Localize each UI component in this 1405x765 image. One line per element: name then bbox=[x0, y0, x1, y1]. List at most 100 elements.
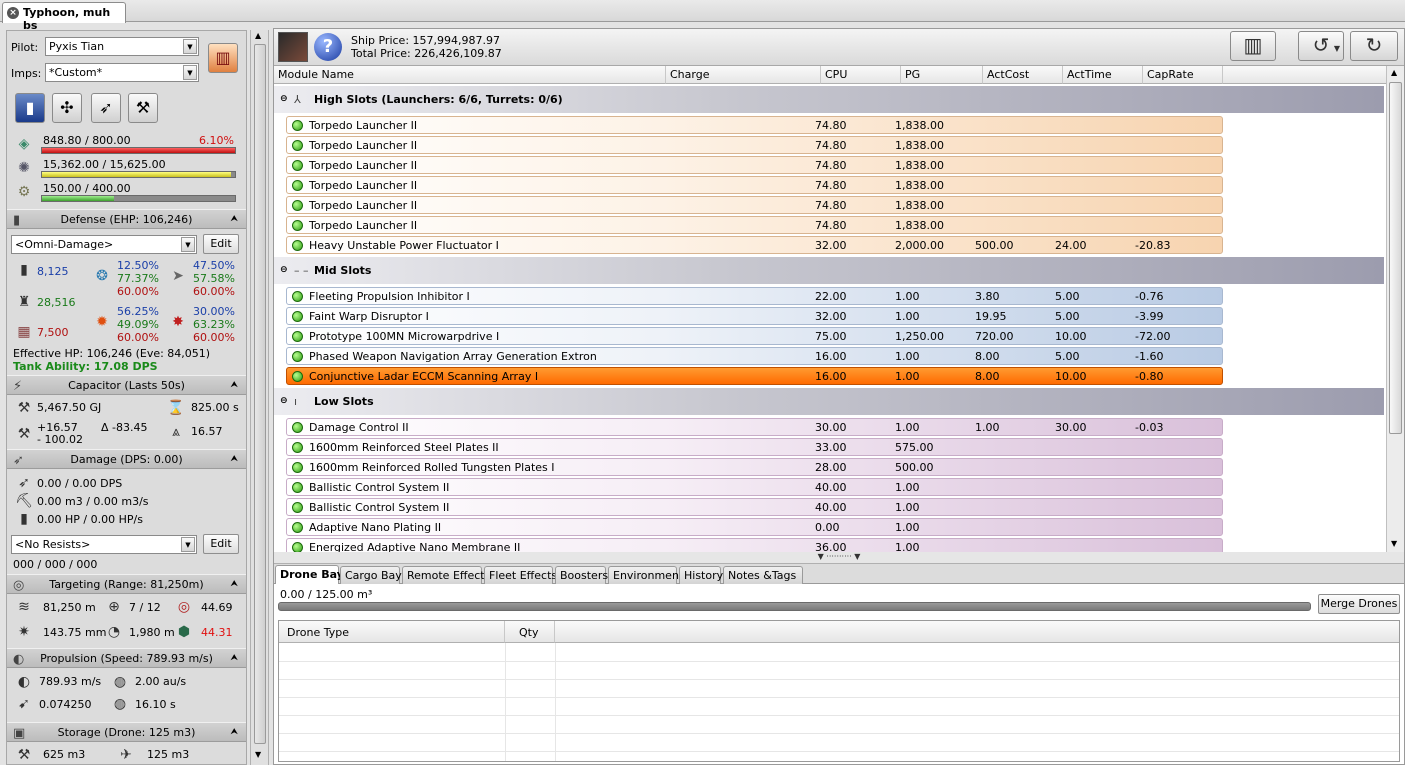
module-row[interactable]: Torpedo Launcher II 74.80 1,838.00 bbox=[286, 116, 1223, 134]
damage-profile-select[interactable]: <Omni-Damage> ▼ bbox=[11, 235, 197, 254]
module-row[interactable]: Torpedo Launcher II 74.80 1,838.00 bbox=[286, 176, 1223, 194]
module-row[interactable]: Torpedo Launcher II 74.80 1,838.00 bbox=[286, 136, 1223, 154]
module-row[interactable]: Faint Warp Disruptor I 32.00 1.00 19.95 5.00… bbox=[286, 307, 1223, 325]
col-drone-qty[interactable]: Qty bbox=[505, 621, 555, 643]
module-state-icon[interactable] bbox=[292, 220, 303, 231]
module-state-icon[interactable] bbox=[292, 422, 303, 433]
panel-splitter[interactable]: ▼ ·········· ▼ bbox=[274, 552, 1404, 564]
stats-panel-scrollbar[interactable]: ▲ ▼ bbox=[250, 30, 269, 765]
module-row[interactable]: Prototype 100MN Microwarpdrive I 75.00 1,2… bbox=[286, 327, 1223, 345]
module-state-icon[interactable] bbox=[292, 200, 303, 211]
edit-resists-button[interactable]: Edit bbox=[203, 534, 239, 554]
layout-toggle-button[interactable]: ▥ bbox=[1230, 31, 1276, 61]
module-state-icon[interactable] bbox=[292, 462, 303, 473]
scroll-up-icon[interactable]: ▲ bbox=[1391, 68, 1397, 77]
tab-cargo-bay[interactable]: Cargo Bay bbox=[340, 566, 402, 584]
col-pg[interactable]: PG bbox=[901, 66, 983, 84]
scrollbar-thumb[interactable] bbox=[254, 44, 266, 744]
module-row[interactable]: Ballistic Control System II 40.00 1.00 bbox=[286, 478, 1223, 496]
col-actcost[interactable]: ActCost bbox=[983, 66, 1063, 84]
module-row[interactable]: Torpedo Launcher II 74.80 1,838.00 bbox=[286, 196, 1223, 214]
collapse-icon[interactable]: ⊖ bbox=[280, 86, 288, 113]
module-row[interactable]: Torpedo Launcher II 74.80 1,838.00 bbox=[286, 156, 1223, 174]
damage-section-header[interactable]: ➶ Damage (DPS: 0.00) ⮝ bbox=[7, 449, 246, 469]
module-state-icon[interactable] bbox=[292, 331, 303, 342]
character-sheet-icon[interactable]: ▥ bbox=[208, 43, 238, 73]
col-caprate[interactable]: CapRate bbox=[1143, 66, 1223, 84]
col-drone-type[interactable]: Drone Type bbox=[279, 621, 505, 643]
module-state-icon[interactable] bbox=[292, 291, 303, 302]
collapse-icon[interactable]: ⮝ bbox=[230, 376, 238, 395]
module-state-icon[interactable] bbox=[292, 351, 303, 362]
module-state-icon[interactable] bbox=[292, 502, 303, 513]
collapse-icon[interactable]: ⊖ bbox=[280, 388, 288, 415]
modules-icon[interactable]: ⚒ bbox=[128, 93, 158, 123]
close-icon[interactable]: × bbox=[7, 7, 19, 19]
module-grid-scrollbar[interactable]: ▲ ▼ bbox=[1386, 66, 1404, 552]
module-state-icon[interactable] bbox=[292, 542, 303, 552]
module-state-icon[interactable] bbox=[292, 522, 303, 533]
collapse-icon[interactable]: ⮝ bbox=[230, 723, 238, 742]
scrollbar-thumb[interactable] bbox=[1389, 82, 1402, 434]
col-acttime[interactable]: ActTime bbox=[1063, 66, 1143, 84]
pilot-select[interactable]: Pyxis Tian ▼ bbox=[45, 37, 199, 56]
scroll-down-icon[interactable]: ▼ bbox=[1391, 539, 1397, 548]
module-state-icon[interactable] bbox=[292, 180, 303, 191]
ship-render-icon[interactable] bbox=[278, 32, 308, 62]
module-row[interactable]: Adaptive Nano Plating II 0.00 1.00 bbox=[286, 518, 1223, 536]
scroll-up-icon[interactable]: ▲ bbox=[255, 31, 261, 40]
ship-icon[interactable]: ▮ bbox=[15, 93, 45, 123]
merge-drones-button[interactable]: Merge Drones bbox=[1318, 594, 1400, 614]
collapse-icon[interactable]: ⮝ bbox=[230, 575, 238, 594]
mid-slots-header[interactable]: ⊖ – – Mid Slots bbox=[274, 257, 1384, 284]
module-row[interactable]: 1600mm Reinforced Rolled Tungsten Plates… bbox=[286, 458, 1223, 476]
collapse-icon[interactable]: ⊖ bbox=[280, 257, 288, 284]
tab-history[interactable]: History bbox=[679, 566, 723, 584]
low-slots-header[interactable]: ⊖ ı Low Slots bbox=[274, 388, 1384, 415]
fitting-icon[interactable]: ✣ bbox=[52, 93, 82, 123]
module-state-icon[interactable] bbox=[292, 371, 303, 382]
module-state-icon[interactable] bbox=[292, 140, 303, 151]
implants-select[interactable]: *Custom* ▼ bbox=[45, 63, 199, 82]
module-state-icon[interactable] bbox=[292, 160, 303, 171]
high-slots-header[interactable]: ⊖ ⅄ High Slots (Launchers: 6/6, Turrets: 0… bbox=[274, 86, 1384, 113]
tab-environment[interactable]: Environment bbox=[608, 566, 683, 584]
collapse-icon[interactable]: ⮝ bbox=[230, 210, 238, 229]
collapse-icon[interactable]: ⮝ bbox=[230, 649, 238, 668]
module-row[interactable]: Heavy Unstable Power Fluctuator I 32.00 2,… bbox=[286, 236, 1223, 254]
module-state-icon[interactable] bbox=[292, 311, 303, 322]
propulsion-section-header[interactable]: ◐ Propulsion (Speed: 789.93 m/s) ⮝ bbox=[7, 648, 246, 668]
help-icon[interactable]: ? bbox=[314, 33, 342, 61]
tab-fleet-effects[interactable]: Fleet Effects bbox=[484, 566, 557, 584]
module-row[interactable]: Conjunctive Ladar ECCM Scanning Array I 1… bbox=[286, 367, 1223, 385]
edit-damage-profile-button[interactable]: Edit bbox=[203, 234, 239, 254]
tab-notes-tags[interactable]: Notes &Tags bbox=[723, 566, 803, 584]
capacitor-section-header[interactable]: ⚡ Capacitor (Lasts 50s) ⮝ bbox=[7, 375, 246, 395]
col-cpu[interactable]: CPU bbox=[821, 66, 901, 84]
col-charge[interactable]: Charge bbox=[666, 66, 821, 84]
module-row[interactable]: Fleeting Propulsion Inhibitor I 22.00 1.00… bbox=[286, 287, 1223, 305]
storage-section-header[interactable]: ▣ Storage (Drone: 125 m3) ⮝ bbox=[7, 722, 246, 742]
module-row[interactable]: 1600mm Reinforced Steel Plates II 33.00 57… bbox=[286, 438, 1223, 456]
undo-button[interactable]: ↺ ▼ bbox=[1298, 31, 1344, 61]
scroll-down-icon[interactable]: ▼ bbox=[255, 750, 261, 759]
module-row[interactable]: Energized Adaptive Nano Membrane II 36.00… bbox=[286, 538, 1223, 552]
module-state-icon[interactable] bbox=[292, 120, 303, 131]
collapse-icon[interactable]: ⮝ bbox=[230, 450, 238, 469]
col-module-name[interactable]: Module Name bbox=[274, 66, 666, 84]
module-state-icon[interactable] bbox=[292, 442, 303, 453]
tab-boosters[interactable]: Boosters bbox=[555, 566, 608, 584]
module-row[interactable]: Ballistic Control System II 40.00 1.00 bbox=[286, 498, 1223, 516]
fit-tab[interactable]: × Typhoon, muh bs bbox=[2, 2, 126, 32]
module-row[interactable]: Phased Weapon Navigation Array Generatio… bbox=[286, 347, 1223, 365]
module-row[interactable]: Torpedo Launcher II 74.80 1,838.00 bbox=[286, 216, 1223, 234]
target-resists-select[interactable]: <No Resists> ▼ bbox=[11, 535, 197, 554]
defense-section-header[interactable]: ▮ Defense (EHP: 106,246) ⮝ bbox=[7, 209, 246, 229]
tab-remote-effects[interactable]: Remote Effects bbox=[402, 566, 490, 584]
tab-drone-bay[interactable]: Drone Bay bbox=[275, 565, 344, 585]
redo-button[interactable]: ↻ bbox=[1350, 31, 1398, 61]
targeting-section-header[interactable]: ◎ Targeting (Range: 81,250m) ⮝ bbox=[7, 574, 246, 594]
module-state-icon[interactable] bbox=[292, 240, 303, 251]
module-state-icon[interactable] bbox=[292, 482, 303, 493]
module-row[interactable]: Damage Control II 30.00 1.00 1.00 30.00 -0.03 bbox=[286, 418, 1223, 436]
